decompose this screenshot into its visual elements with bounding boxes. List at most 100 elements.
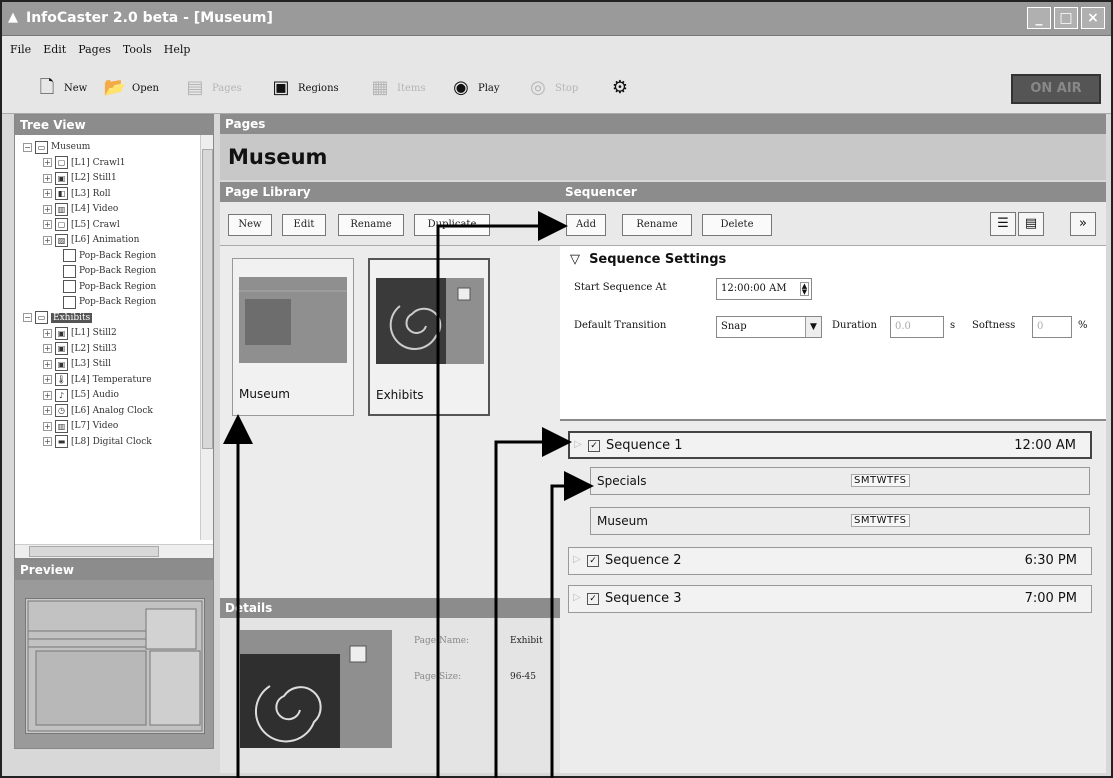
thumbnail-label: Museum <box>239 387 290 401</box>
still-icon: ▣ <box>55 326 68 340</box>
scroll-thumb[interactable] <box>29 546 159 557</box>
sequencer-rename-button[interactable]: Rename <box>622 214 692 236</box>
maximize-button[interactable]: □ <box>1054 7 1078 29</box>
tree-item[interactable]: + ◷ [L6] Analog Clock <box>43 403 153 419</box>
expand-arrow-icon[interactable]: ▷ <box>574 439 582 450</box>
sequence-checkbox[interactable]: ✓ <box>588 440 600 452</box>
sequence-checkbox[interactable]: ✓ <box>587 555 599 567</box>
sequence-row-1[interactable]: ▷ ✓ Sequence 1 12:00 AM <box>568 431 1092 459</box>
expand-icon[interactable]: + <box>43 328 52 338</box>
tree-item[interactable]: + ▣ [L2] Still1 <box>43 170 117 186</box>
library-new-button[interactable]: New <box>228 214 272 236</box>
toolbar-new-button[interactable]: 🗋 New <box>34 76 87 100</box>
expand-arrow-icon[interactable]: ▷ <box>573 592 581 603</box>
audio-icon: ♪ <box>55 388 68 402</box>
animation-icon: ▨ <box>55 233 68 247</box>
library-duplicate-button[interactable]: Duplicate <box>414 214 490 236</box>
expand-icon[interactable]: + <box>43 359 52 369</box>
open-icon: 📂 <box>103 77 127 98</box>
tree-item[interactable]: Pop-Back Region <box>63 294 156 310</box>
expand-icon[interactable]: + <box>43 189 52 198</box>
tree-item[interactable]: − ▭ Exhibits <box>23 310 93 326</box>
sequence-settings-toggle[interactable]: ▽ Sequence Settings <box>570 252 726 267</box>
page-library-header: Page Library <box>220 182 560 202</box>
tree-item[interactable]: + 🌡 [L4] Temperature <box>43 372 152 388</box>
toolbar-label: Open <box>132 82 159 94</box>
tree-item[interactable]: + ▣ [L2] Still3 <box>43 341 117 357</box>
expand-icon[interactable]: + <box>43 406 52 415</box>
properties-icon[interactable]: ▤ <box>1018 212 1044 236</box>
menu-pages[interactable]: Pages <box>78 43 111 56</box>
close-button[interactable]: × <box>1081 7 1105 29</box>
expand-icon[interactable]: + <box>43 173 52 183</box>
menu-edit[interactable]: Edit <box>43 43 66 56</box>
tree-item[interactable]: + ▥ [L7] Video <box>43 418 118 434</box>
sequence-page-row[interactable]: Museum SMTWTFS <box>590 507 1090 535</box>
expand-arrow-icon[interactable]: ▷ <box>573 554 581 565</box>
collapse-icon[interactable]: − <box>23 313 32 322</box>
page-thumbnail-exhibits[interactable]: Exhibits <box>368 258 490 416</box>
duration-input[interactable]: 0.0 <box>890 316 944 338</box>
toolbar-open-button[interactable]: 📂 Open <box>102 76 159 100</box>
tree-item[interactable]: + ◧ [L3] Roll <box>43 186 111 202</box>
page-thumbnail-museum[interactable]: Museum <box>232 258 354 416</box>
menu-tools[interactable]: Tools <box>123 43 152 56</box>
library-edit-button[interactable]: Edit <box>282 214 326 236</box>
expand-icon[interactable]: + <box>43 204 52 214</box>
expand-icon[interactable]: + <box>43 421 52 431</box>
collapse-icon[interactable]: − <box>23 142 32 152</box>
chevron-down-icon[interactable]: ▼ <box>805 317 821 337</box>
page-size-label: Page Size: <box>414 672 462 682</box>
toolbar-pages-button[interactable]: ▤ Pages <box>182 76 241 100</box>
menu-file[interactable]: File <box>10 43 31 56</box>
tree-item[interactable]: + ▣ [L3] Still <box>43 356 111 372</box>
minimize-button[interactable]: _ <box>1027 7 1051 29</box>
sequence-page-row[interactable]: Specials SMTWTFS <box>590 467 1090 495</box>
tree-item[interactable]: + ▬ [L8] Digital Clock <box>43 434 152 450</box>
toolbar-stop-button[interactable]: ◎ Stop <box>525 76 578 100</box>
softness-input[interactable]: 0 <box>1032 316 1072 338</box>
weekday-selector[interactable]: SMTWTFS <box>851 514 910 527</box>
toolbar-play-button[interactable]: ◉ Play <box>448 76 499 100</box>
exhibits-thumbnail-image <box>376 278 484 364</box>
sequence-checkbox[interactable]: ✓ <box>587 593 599 605</box>
expand-icon[interactable]: + <box>43 437 52 446</box>
expand-icon[interactable]: + <box>43 220 52 229</box>
tree-item[interactable]: Pop-Back Region <box>63 279 156 295</box>
thumbnail-label: Exhibits <box>376 388 424 402</box>
tree-item[interactable]: + ▢ [L5] Crawl <box>43 217 120 233</box>
sequencer-delete-button[interactable]: Delete <box>702 214 772 236</box>
toolbar-regions-button[interactable]: ▣ Regions <box>268 76 338 100</box>
transition-select[interactable]: Snap ▼ <box>716 316 822 338</box>
tree-item[interactable]: Pop-Back Region <box>63 263 156 279</box>
time-spinner-icon[interactable]: ▲ ▼ <box>800 282 809 296</box>
tree-item[interactable]: Pop-Back Region <box>63 248 156 264</box>
sequencer-add-button[interactable]: Add <box>566 214 606 236</box>
sequence-row-2[interactable]: ▷ ✓ Sequence 2 6:30 PM <box>568 547 1092 575</box>
toolbar-items-button[interactable]: ▦ Items <box>367 76 425 100</box>
settings-icon: ⚙ <box>611 77 629 98</box>
toolbar-settings-button[interactable]: ⚙ <box>607 76 633 100</box>
tree-vertical-scrollbar[interactable] <box>200 135 213 540</box>
tree-item[interactable]: + ▨ [L6] Animation <box>43 232 139 248</box>
start-time-input[interactable]: 12:00:00 AM ▲ ▼ <box>716 278 812 300</box>
expand-icon[interactable]: + <box>43 235 52 245</box>
expand-icon[interactable]: » <box>1070 212 1096 236</box>
tree-item[interactable]: + ▥ [L4] Video <box>43 201 118 217</box>
expand-icon[interactable]: + <box>43 344 52 353</box>
expand-icon[interactable]: + <box>43 158 52 167</box>
tree-item[interactable]: + ▣ [L1] Still2 <box>43 325 117 341</box>
expand-icon[interactable]: + <box>43 375 52 384</box>
menu-help[interactable]: Help <box>164 43 191 56</box>
tree-item[interactable]: − ▭ Museum <box>23 139 90 155</box>
sequence-row-3[interactable]: ▷ ✓ Sequence 3 7:00 PM <box>568 585 1092 613</box>
library-rename-button[interactable]: Rename <box>338 214 404 236</box>
tree-item[interactable]: + ♪ [L5] Audio <box>43 387 119 403</box>
crawl-icon: ▢ <box>55 218 68 231</box>
tree-item[interactable]: + ▢ [L1] Crawl1 <box>43 155 125 171</box>
scroll-thumb[interactable] <box>202 149 213 449</box>
list-view-icon[interactable]: ☰ <box>990 212 1016 236</box>
weekday-selector[interactable]: SMTWTFS <box>851 474 910 487</box>
expand-icon[interactable]: + <box>43 390 52 400</box>
tree-horizontal-scrollbar[interactable] <box>15 544 213 558</box>
